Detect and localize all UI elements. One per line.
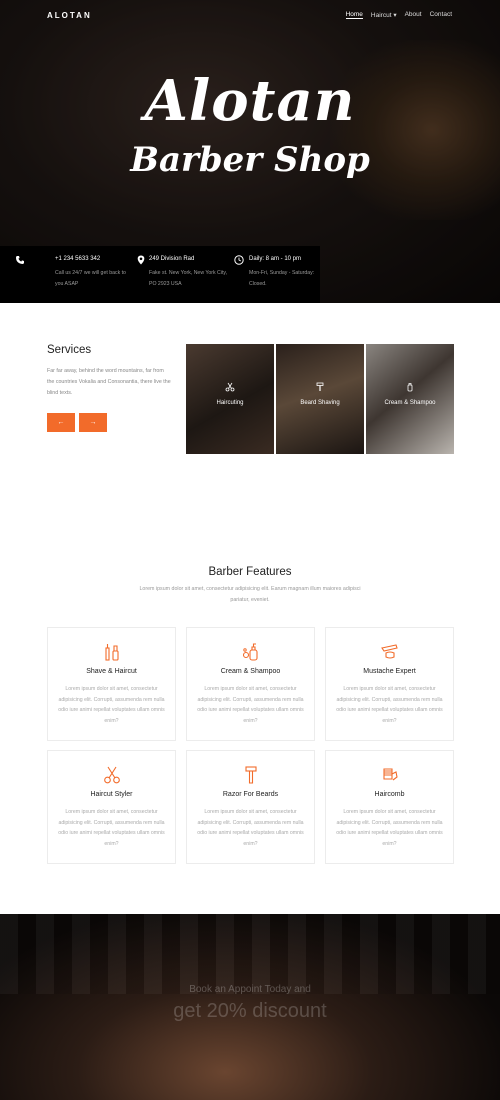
banner-line-1: Book an Appoint Today and <box>189 984 311 995</box>
mustache-icon <box>381 644 398 659</box>
service-card-label: Beard Shaving <box>300 400 340 406</box>
scissors-icon <box>104 766 120 784</box>
feature-text: Lorem ipsum dolor sit amet, consectetur … <box>336 686 443 724</box>
service-card-label: Haircuting <box>216 400 244 406</box>
hero-title: Alotan <box>144 68 356 134</box>
services-title: Services <box>47 344 92 356</box>
features-title: Barber Features <box>208 566 292 578</box>
razor-icon <box>245 766 257 784</box>
feature-card-haircomb: Haircomb Lorem ipsum dolor sit amet, con… <box>325 750 454 864</box>
shampoo-icon <box>242 643 258 661</box>
comb-icon <box>383 768 398 781</box>
feature-name: Mustache Expert <box>363 668 416 675</box>
service-card-beard-shaving[interactable]: Beard Shaving <box>276 344 364 454</box>
contact-info-bar: +1 234 5633 342 Call us 24/7 we will get… <box>0 246 320 303</box>
services-prev-button[interactable]: ← <box>47 413 75 432</box>
scissors-icon <box>225 382 235 392</box>
feature-card-mustache-expert: Mustache Expert Lorem ipsum dolor sit am… <box>325 627 454 741</box>
clock-icon <box>234 255 244 265</box>
services-next-button[interactable]: → <box>79 413 107 432</box>
hero-subtitle: Barber Shop <box>130 140 370 180</box>
shave-kit-icon <box>105 644 119 661</box>
services-description: Far far away, behind the word mountains,… <box>47 368 171 396</box>
service-card-cream-shampoo[interactable]: Cream & Shampoo <box>366 344 454 454</box>
nav-about[interactable]: About <box>405 11 422 19</box>
feature-name: Haircomb <box>374 791 405 798</box>
discount-banner: Book an Appoint Today and get 20% discou… <box>0 914 500 1100</box>
feature-name: Cream & Shampoo <box>220 668 281 675</box>
feature-card-razor-beards: Razor For Beards Lorem ipsum dolor sit a… <box>186 750 315 864</box>
nav-contact[interactable]: Contact <box>430 11 452 19</box>
hero-section: ALOTAN Home Haircut ▾ About Contact Alot… <box>0 0 500 303</box>
feature-text: Lorem ipsum dolor sit amet, consectetur … <box>197 686 304 724</box>
feature-card-cream-shampoo: Cream & Shampoo Lorem ipsum dolor sit am… <box>186 627 315 741</box>
feature-card-shave-haircut: Shave & Haircut Lorem ipsum dolor sit am… <box>47 627 176 741</box>
service-card-label: Cream & Shampoo <box>384 400 436 406</box>
service-card-haircuting[interactable]: Haircuting <box>186 344 274 454</box>
feature-name: Razor For Beards <box>222 791 279 798</box>
banner-line-2: get 20% discount <box>173 1000 327 1022</box>
feature-text: Lorem ipsum dolor sit amet, consectetur … <box>197 809 304 847</box>
razor-icon <box>316 382 324 391</box>
info-hours-desc: Mon-Fri, Sunday - Saturday: Closed. <box>249 270 315 287</box>
feature-text: Lorem ipsum dolor sit amet, consectetur … <box>58 809 165 847</box>
cream-icon <box>407 383 413 392</box>
features-subtitle: Lorem ipsum dolor sit amet, consectetur … <box>139 586 361 603</box>
info-hours: Daily: 8 am - 10 pm Mon-Fri, Sunday - Sa… <box>0 246 320 303</box>
banner-background <box>0 914 500 994</box>
feature-name: Shave & Haircut <box>86 668 137 675</box>
main-nav: Home Haircut ▾ About Contact <box>345 11 452 19</box>
feature-name: Haircut Styler <box>90 791 133 798</box>
feature-text: Lorem ipsum dolor sit amet, consectetur … <box>336 809 443 847</box>
feature-card-haircut-styler: Haircut Styler Lorem ipsum dolor sit ame… <box>47 750 176 864</box>
nav-home[interactable]: Home <box>345 11 363 19</box>
info-hours-head: Daily: 8 am - 10 pm <box>249 256 302 262</box>
feature-text: Lorem ipsum dolor sit amet, consectetur … <box>58 686 165 724</box>
nav-haircut[interactable]: Haircut ▾ <box>371 11 397 19</box>
brand-logo[interactable]: ALOTAN <box>47 11 92 20</box>
